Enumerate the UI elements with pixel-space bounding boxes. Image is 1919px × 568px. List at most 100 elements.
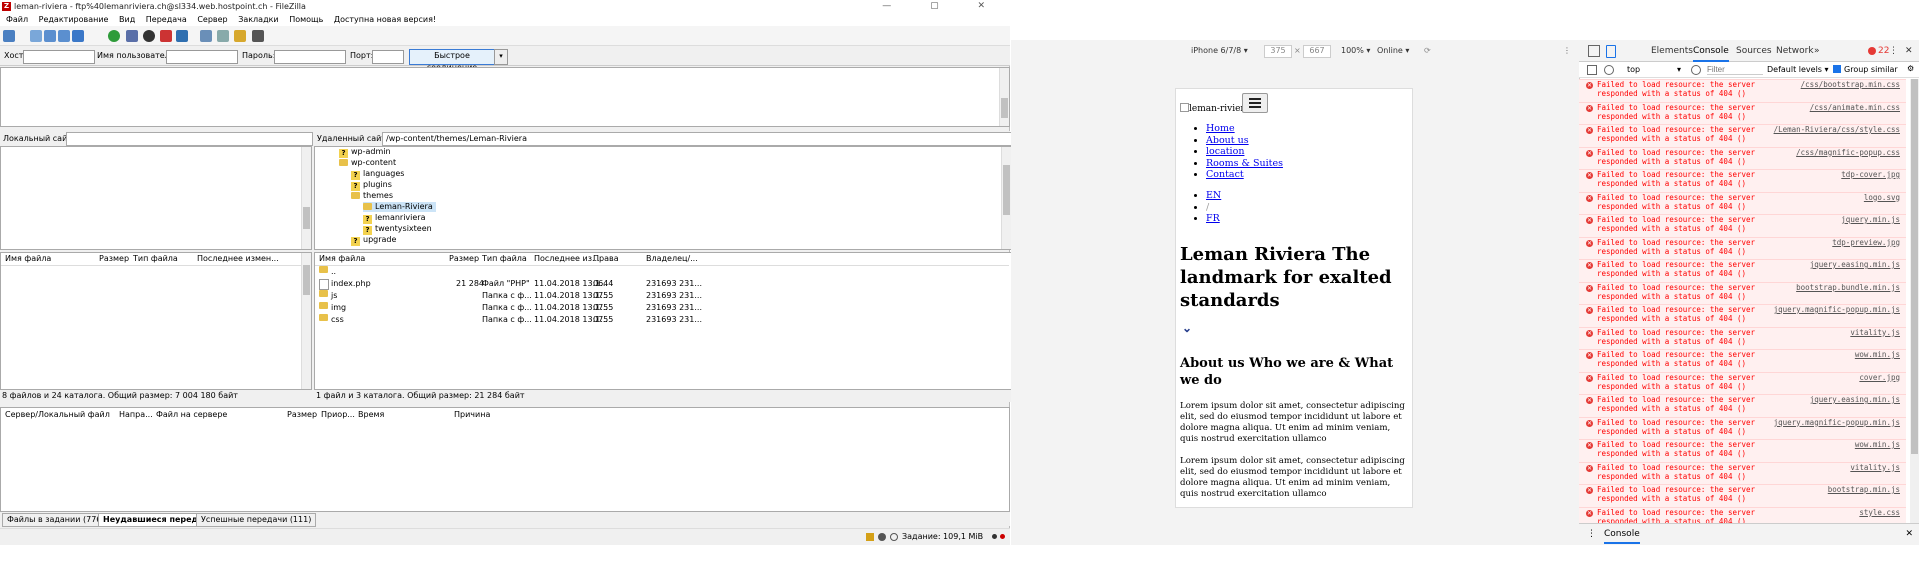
error-source-link[interactable]: /css/bootstrap.min.css (1801, 80, 1900, 89)
lang-fr[interactable]: FR (1206, 213, 1220, 224)
col-modified[interactable]: Последнее измен... (197, 253, 279, 265)
lang-en[interactable]: EN (1206, 190, 1221, 201)
network-select[interactable]: Online ▾ (1377, 46, 1409, 55)
device-select[interactable]: iPhone 6/7/8 ▾ (1191, 46, 1248, 55)
drawer-menu-icon[interactable]: ⋮ (1587, 529, 1596, 539)
console-error-row[interactable]: ✕ Failed to load resource: the server res… (1579, 236, 1906, 260)
transfer-queue[interactable]: Сервер/Локальный файл Напра... Файл на с… (0, 407, 1010, 512)
quickconnect-dropdown[interactable]: ▾ (494, 49, 508, 65)
nav-rooms[interactable]: Rooms & Suites (1206, 158, 1283, 169)
tab-console[interactable]: Console (1693, 46, 1729, 62)
tree-item-selected[interactable]: Leman-Riviera (363, 202, 436, 212)
col-type[interactable]: Тип файла (482, 253, 527, 265)
close-drawer-icon[interactable]: ✕ (1905, 529, 1913, 539)
menu-view[interactable]: Вид (119, 15, 135, 24)
site-logo[interactable]: leman-riviera (1180, 103, 1250, 114)
console-filter-input[interactable] (1707, 64, 1763, 75)
tree-item[interactable]: wp-content (339, 158, 396, 168)
queue-col-local[interactable]: Сервер/Локальный файл (5, 410, 110, 419)
local-list-scrollbar[interactable] (301, 253, 311, 389)
window-controls[interactable]: — ▢ ✕ (882, 0, 1003, 13)
file-row[interactable]: index.php 21 284 Файл "PHP" 11.04.2018 1… (319, 278, 919, 290)
col-type[interactable]: Тип файла (133, 253, 178, 265)
tree-item[interactable]: ? languages (351, 169, 404, 180)
pass-input[interactable] (274, 50, 346, 64)
filter-icon[interactable] (200, 30, 212, 42)
menu-edit[interactable]: Редактирование (39, 15, 109, 24)
local-path-input[interactable] (66, 132, 313, 146)
console-error-row[interactable]: ✕ Failed to load resource: the server res… (1579, 461, 1906, 485)
console-error-row[interactable]: ✕ Failed to load resource: the server res… (1579, 191, 1906, 215)
remote-tree[interactable]: ? wp-admin wp-content ? languages ? plugins… (314, 146, 1012, 250)
menu-file[interactable]: Файл (6, 15, 28, 24)
error-source-link[interactable]: tdp-cover.jpg (1841, 170, 1900, 179)
rotate-icon[interactable]: ⟳ (1424, 46, 1431, 55)
menu-transfer[interactable]: Передача (146, 15, 187, 24)
sync-browse-icon[interactable] (234, 30, 246, 42)
tree-item[interactable]: ? lemanriviera (363, 213, 426, 224)
toggle-local-tree-icon[interactable] (44, 30, 56, 42)
console-error-row[interactable]: ✕ Failed to load resource: the server res… (1579, 506, 1906, 523)
toggle-remote-tree-icon[interactable] (58, 30, 70, 42)
nav-about[interactable]: About us (1206, 135, 1249, 146)
queue-col-size[interactable]: Размер (287, 410, 317, 419)
clear-console-icon[interactable] (1604, 65, 1614, 75)
error-source-link[interactable]: jquery.easing.min.js (1810, 260, 1900, 269)
tab-queued-files[interactable]: Файлы в задании (776) (2, 513, 110, 527)
error-source-link[interactable]: style.css (1859, 508, 1900, 517)
tab-elements[interactable]: Elements (1651, 46, 1693, 56)
menu-toggle-button[interactable] (1242, 93, 1268, 113)
console-error-row[interactable]: ✕ Failed to load resource: the server res… (1579, 79, 1906, 103)
error-source-link[interactable]: jquery.magnific-popup.min.js (1774, 305, 1900, 314)
col-filename[interactable]: Имя файла (319, 253, 365, 265)
host-input[interactable] (23, 50, 95, 64)
tab-sources[interactable]: Sources (1736, 46, 1772, 56)
console-error-row[interactable]: ✕ Failed to load resource: the server res… (1579, 169, 1906, 193)
more-options-icon[interactable]: ⋮ (1563, 46, 1571, 55)
device-width-input[interactable]: 375 (1264, 45, 1292, 58)
tree-item[interactable]: ? upgrade (351, 235, 396, 246)
console-error-row[interactable]: ✕ Failed to load resource: the server res… (1579, 259, 1906, 283)
error-source-link[interactable]: tdp-preview.jpg (1832, 238, 1900, 247)
remote-tree-scrollbar[interactable] (1001, 147, 1011, 249)
cancel-icon[interactable] (143, 30, 155, 42)
nav-location[interactable]: location (1206, 146, 1244, 157)
close-devtools-icon[interactable]: ✕ (1905, 46, 1913, 56)
nav-contact[interactable]: Contact (1206, 169, 1244, 180)
tree-item[interactable]: ? plugins (351, 180, 392, 191)
device-height-input[interactable]: 667 (1303, 45, 1331, 58)
toggle-queue-icon[interactable] (72, 30, 84, 42)
refresh-icon[interactable] (108, 30, 120, 42)
speed-limit-icon[interactable] (890, 533, 898, 541)
col-perms[interactable]: Права (593, 253, 619, 265)
menu-help[interactable]: Помощь (289, 15, 323, 24)
zoom-select[interactable]: 100% ▾ (1341, 46, 1370, 55)
queue-col-remote[interactable]: Файл на сервере (156, 410, 227, 419)
console-error-row[interactable]: ✕ Failed to load resource: the server res… (1579, 214, 1906, 238)
col-size[interactable]: Размер (449, 253, 479, 265)
menu-bookmarks[interactable]: Закладки (238, 15, 278, 24)
queue-col-time[interactable]: Время (358, 410, 384, 419)
log-scrollbar[interactable] (999, 68, 1009, 126)
tree-item[interactable]: ? wp-admin (339, 147, 391, 158)
message-log[interactable] (0, 67, 1010, 127)
tab-overflow[interactable]: » (1814, 46, 1820, 56)
nav-home[interactable]: Home (1206, 123, 1235, 134)
tree-item[interactable]: themes (351, 191, 393, 201)
menu-server[interactable]: Сервер (197, 15, 227, 24)
console-messages[interactable]: ✕ Failed to load resource: the server res… (1579, 79, 1919, 523)
console-error-row[interactable]: ✕ Failed to load resource: the server res… (1579, 326, 1906, 350)
error-source-link[interactable]: wow.min.js (1855, 440, 1900, 449)
console-error-row[interactable]: ✕ Failed to load resource: the server res… (1579, 146, 1906, 170)
col-modified[interactable]: Последнее из... (534, 253, 600, 265)
error-source-link[interactable]: jquery.min.js (1841, 215, 1900, 224)
col-filename[interactable]: Имя файла (5, 253, 51, 265)
quickconnect-button[interactable]: Быстрое соединение (409, 49, 495, 72)
error-source-link[interactable]: /css/magnific-popup.css (1796, 148, 1900, 157)
error-source-link[interactable]: logo.svg (1864, 193, 1900, 202)
col-owner[interactable]: Владелец/... (646, 253, 698, 265)
sidebar-toggle-icon[interactable] (1587, 65, 1597, 75)
file-row[interactable]: js Папка с ф... 11.04.2018 13:1... 0755 … (319, 290, 919, 302)
compare-icon[interactable] (217, 30, 229, 42)
console-settings-icon[interactable]: ⚙ (1907, 64, 1914, 73)
